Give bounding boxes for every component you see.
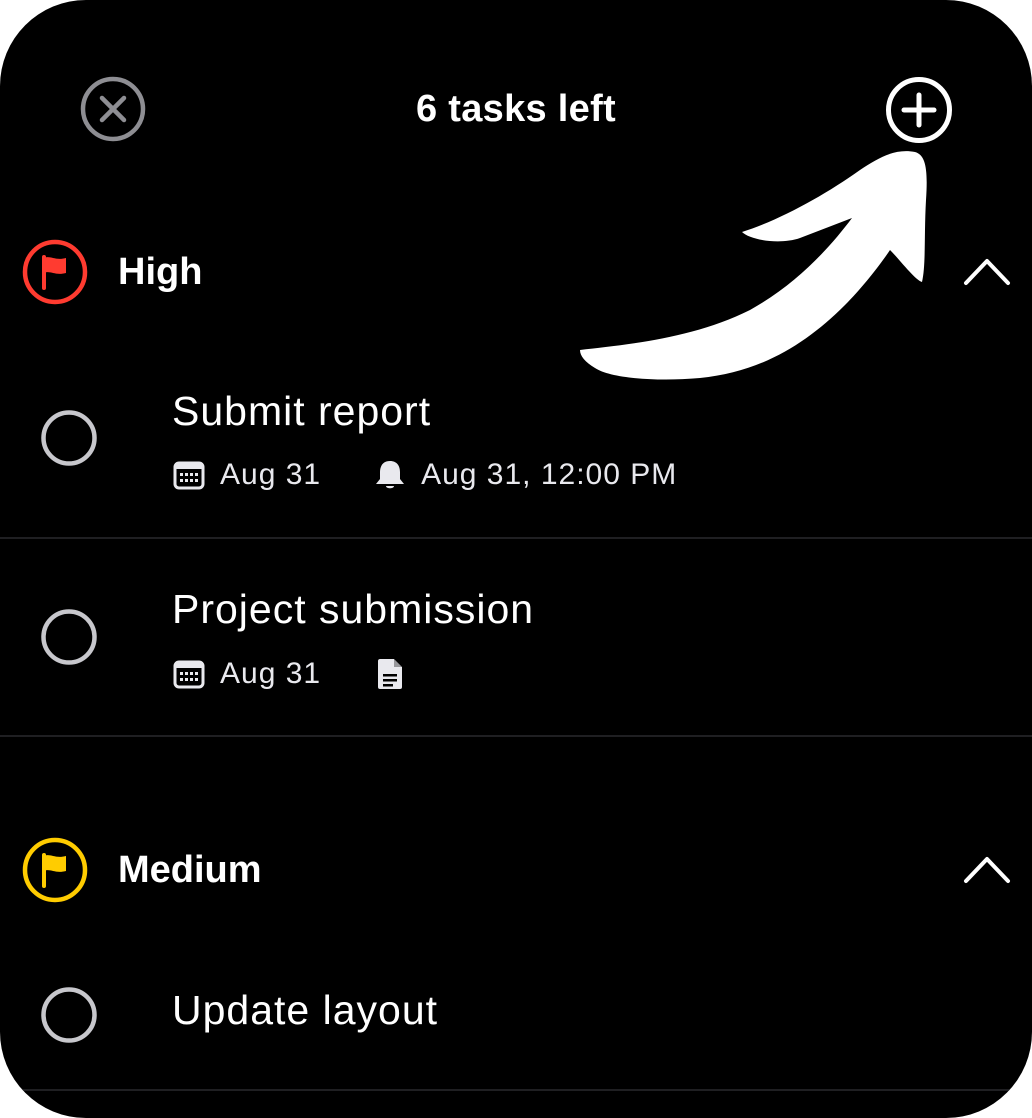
task-title: Update layout <box>172 987 439 1033</box>
due-date: Aug 31 <box>220 458 322 491</box>
task-checkbox[interactable] <box>40 608 98 666</box>
task-row[interactable]: Project submission Aug 31 <box>0 578 1032 736</box>
divider <box>0 735 1032 737</box>
task-title: Project submission <box>172 586 535 632</box>
bell-icon <box>376 461 405 489</box>
task-meta: Aug 31 Aug 31, 12:00 PM <box>172 457 677 493</box>
task-meta: Aug 31 <box>172 656 421 692</box>
note-icon <box>378 659 403 689</box>
task-list-screen: 6 tasks left High Submit report Aug 31 A… <box>0 0 1032 1118</box>
add-task-button[interactable] <box>885 76 953 144</box>
section-header-medium[interactable]: Medium <box>0 835 1032 905</box>
reminder-time: Aug 31, 12:00 PM <box>421 458 678 491</box>
plus-circle-icon <box>886 77 952 143</box>
calendar-icon <box>173 461 205 490</box>
chevron-up-icon[interactable] <box>962 851 1012 885</box>
page-title: 6 tasks left <box>415 88 617 130</box>
task-row[interactable]: Submit report Aug 31 Aug 31, 12:00 PM <box>0 380 1032 538</box>
divider <box>0 537 1032 539</box>
calendar-icon <box>173 660 205 689</box>
task-checkbox[interactable] <box>40 986 98 1044</box>
section-header-high[interactable]: High <box>0 237 1032 307</box>
chevron-up-icon[interactable] <box>962 253 1012 287</box>
divider <box>0 1089 1032 1091</box>
due-date: Aug 31 <box>220 657 322 690</box>
red-flag-icon <box>22 239 88 305</box>
task-title: Submit report <box>172 388 432 434</box>
section-label: High <box>118 251 203 293</box>
yellow-flag-icon <box>22 837 88 903</box>
task-row[interactable]: Update layout <box>0 980 1032 1090</box>
section-label: Medium <box>118 849 262 891</box>
task-checkbox[interactable] <box>40 409 98 467</box>
